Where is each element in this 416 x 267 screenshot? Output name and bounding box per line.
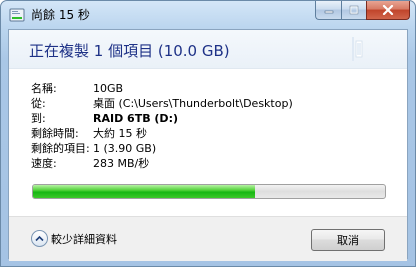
detail-value: 10GB — [93, 82, 124, 95]
detail-row-name: 名稱: 10GB — [31, 81, 391, 96]
detail-row-speed: 速度: 283 MB/秒 — [31, 156, 391, 171]
fewer-details-toggle[interactable]: 較少詳細資料 — [31, 230, 117, 247]
page-title: 正在複製 1 個項目 (10.0 GB) — [29, 42, 230, 60]
fewer-details-label[interactable]: 較少詳細資料 — [51, 231, 117, 247]
detail-label: 從: — [31, 97, 46, 110]
detail-value: 1 (3.90 GB) — [93, 142, 157, 155]
window-title: 尚餘 15 秒 — [31, 8, 90, 22]
progress-fill — [33, 185, 255, 198]
detail-label: 剩餘時間: — [31, 127, 79, 140]
detail-label: 速度: — [31, 157, 57, 170]
decorative-banner-icon — [347, 35, 367, 63]
maximize-icon — [349, 5, 359, 15]
caption-buttons — [315, 1, 410, 21]
details-list: 名稱: 10GB 從: 桌面 (C:\Users\Thunderbolt\Des… — [31, 81, 391, 171]
detail-value: 283 MB/秒 — [93, 157, 150, 170]
detail-label: 剩餘的項目: — [31, 142, 90, 155]
minimize-button[interactable] — [315, 1, 341, 20]
detail-value: 桌面 (C:\Users\Thunderbolt\Desktop) — [93, 97, 293, 110]
copy-progress-icon — [9, 7, 25, 23]
cancel-button[interactable]: 取消 — [311, 229, 385, 251]
detail-row-items-remaining: 剩餘的項目: 1 (3.90 GB) — [31, 141, 391, 156]
detail-row-from: 從: 桌面 (C:\Users\Thunderbolt\Desktop) — [31, 96, 391, 111]
detail-row-to: 到: RAID 6TB (D:) — [31, 111, 391, 126]
title-bar[interactable]: 尚餘 15 秒 — [1, 1, 415, 29]
minimize-icon — [324, 10, 333, 14]
detail-value: RAID 6TB (D:) — [93, 112, 178, 125]
detail-label: 名稱: — [31, 82, 57, 95]
copy-progress-bar — [32, 184, 386, 199]
detail-value: 大約 15 秒 — [93, 127, 147, 140]
copy-dialog-window: 尚餘 15 秒 正在複製 1 個項目 (10.0 GB) 名稱: 10GB 從:… — [0, 0, 416, 267]
chevron-up-icon[interactable] — [31, 230, 48, 247]
close-button[interactable] — [366, 1, 410, 20]
header-band: 正在複製 1 個項目 (10.0 GB) — [9, 30, 407, 69]
detail-label: 到: — [31, 112, 46, 125]
close-icon — [382, 5, 394, 15]
maximize-button[interactable] — [341, 1, 366, 20]
detail-row-time-remaining: 剩餘時間: 大約 15 秒 — [31, 126, 391, 141]
dialog-content: 正在複製 1 個項目 (10.0 GB) 名稱: 10GB 從: 桌面 (C:\… — [8, 29, 408, 261]
dialog-footer: 較少詳細資料 取消 — [9, 216, 407, 261]
